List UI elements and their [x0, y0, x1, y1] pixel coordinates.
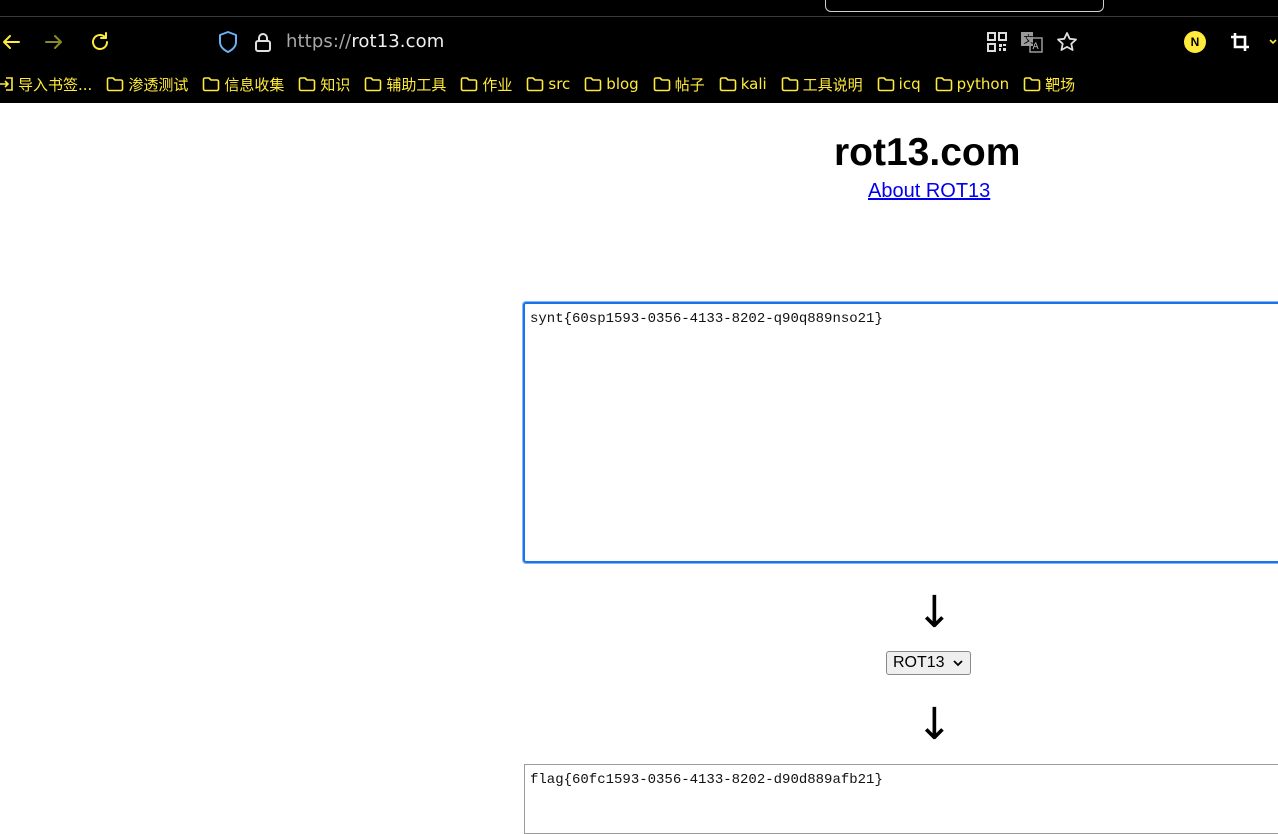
bookmark-item[interactable]: blog — [584, 75, 639, 93]
bookmark-label: 帖子 — [674, 75, 705, 94]
cipher-select[interactable]: ROT13 — [886, 651, 971, 675]
folder-icon — [202, 76, 224, 92]
translate-icon[interactable]: 文A — [1020, 30, 1044, 54]
bookmark-label: 导入书签... — [18, 75, 93, 94]
lock-icon[interactable] — [252, 31, 274, 53]
url-bar[interactable]: https://rot13.com — [286, 31, 444, 52]
svg-text:A: A — [1033, 42, 1040, 52]
active-tab[interactable] — [825, 0, 1104, 12]
down-arrow-icon: ↓ — [916, 587, 953, 638]
star-icon[interactable] — [1056, 31, 1078, 53]
bookmark-label: 知识 — [320, 75, 351, 94]
bookmark-label: 辅助工具 — [386, 75, 447, 94]
folder-icon — [526, 76, 548, 92]
bookmark-label: kali — [740, 75, 767, 93]
bookmark-item[interactable]: 帖子 — [653, 74, 705, 95]
bookmark-item[interactable]: 工具说明 — [781, 74, 863, 95]
page-content: rot13.com About ROT13 synt{60sp1593-0356… — [0, 103, 1278, 834]
bookmark-item[interactable]: 导入书签... — [0, 74, 92, 95]
folder-icon — [935, 76, 957, 92]
qr-code-icon[interactable] — [986, 31, 1008, 53]
bookmark-label: 渗透测试 — [128, 75, 189, 94]
cipher-selected-value: ROT13 — [893, 654, 945, 671]
browser-chrome: https://rot13.com 文A N 导入书签... 渗透测试 信息收集 知识… — [0, 0, 1278, 103]
chevron-down-icon[interactable] — [1268, 36, 1278, 48]
bookmark-label: icq — [898, 75, 921, 93]
profile-avatar[interactable]: N — [1184, 31, 1206, 53]
arrow-right-icon[interactable] — [43, 31, 65, 53]
folder-icon — [781, 76, 803, 92]
import-icon — [0, 76, 18, 92]
folder-icon — [298, 76, 320, 92]
bookmark-label: src — [548, 75, 571, 93]
bookmark-item[interactable]: src — [526, 75, 570, 93]
tab-strip — [0, 0, 1278, 17]
shield-icon[interactable] — [217, 30, 239, 54]
about-rot13-link[interactable]: About ROT13 — [868, 180, 990, 203]
bookmark-label: 信息收集 — [224, 75, 285, 94]
bookmark-label: 靶场 — [1045, 75, 1076, 94]
url-scheme: https:// — [286, 31, 352, 52]
bookmark-item[interactable]: 知识 — [298, 74, 350, 95]
folder-icon — [653, 76, 675, 92]
bookmark-item[interactable]: python — [935, 75, 1009, 93]
bookmark-label: blog — [606, 75, 639, 93]
output-textarea[interactable]: flag{60fc1593-0356-4133-8202-d90d889afb2… — [524, 764, 1278, 834]
bookmark-item[interactable]: 渗透测试 — [106, 74, 188, 95]
folder-icon — [106, 76, 128, 92]
bookmarks-bar: 导入书签... 渗透测试 信息收集 知识 辅助工具 作业 src blog 帖子 kali 工具说明… — [0, 72, 1278, 96]
down-arrow-icon: ↓ — [916, 699, 953, 750]
bookmark-item[interactable]: 辅助工具 — [364, 74, 446, 95]
chevron-down-icon — [952, 656, 964, 675]
arrow-left-icon[interactable] — [0, 31, 22, 53]
bookmark-label: 作业 — [482, 75, 513, 94]
folder-icon — [460, 76, 482, 92]
crop-icon[interactable] — [1229, 31, 1251, 53]
bookmark-item[interactable]: 信息收集 — [202, 74, 284, 95]
bookmark-item[interactable]: 靶场 — [1023, 74, 1075, 95]
reload-icon[interactable] — [89, 31, 111, 53]
folder-icon — [584, 76, 606, 92]
folder-icon — [364, 76, 386, 92]
input-textarea[interactable]: synt{60sp1593-0356-4133-8202-q90q889nso2… — [523, 302, 1278, 563]
folder-icon — [877, 76, 899, 92]
bookmark-item[interactable]: kali — [719, 75, 767, 93]
bookmark-item[interactable]: icq — [877, 75, 921, 93]
bookmark-label: 工具说明 — [802, 75, 863, 94]
url-host: rot13.com — [351, 31, 445, 52]
page-title: rot13.com — [834, 131, 1021, 174]
profile-initial: N — [1190, 35, 1200, 49]
folder-icon — [1023, 76, 1045, 92]
folder-icon — [719, 76, 741, 92]
bookmark-item[interactable]: 作业 — [460, 74, 512, 95]
bookmark-label: python — [956, 75, 1010, 93]
